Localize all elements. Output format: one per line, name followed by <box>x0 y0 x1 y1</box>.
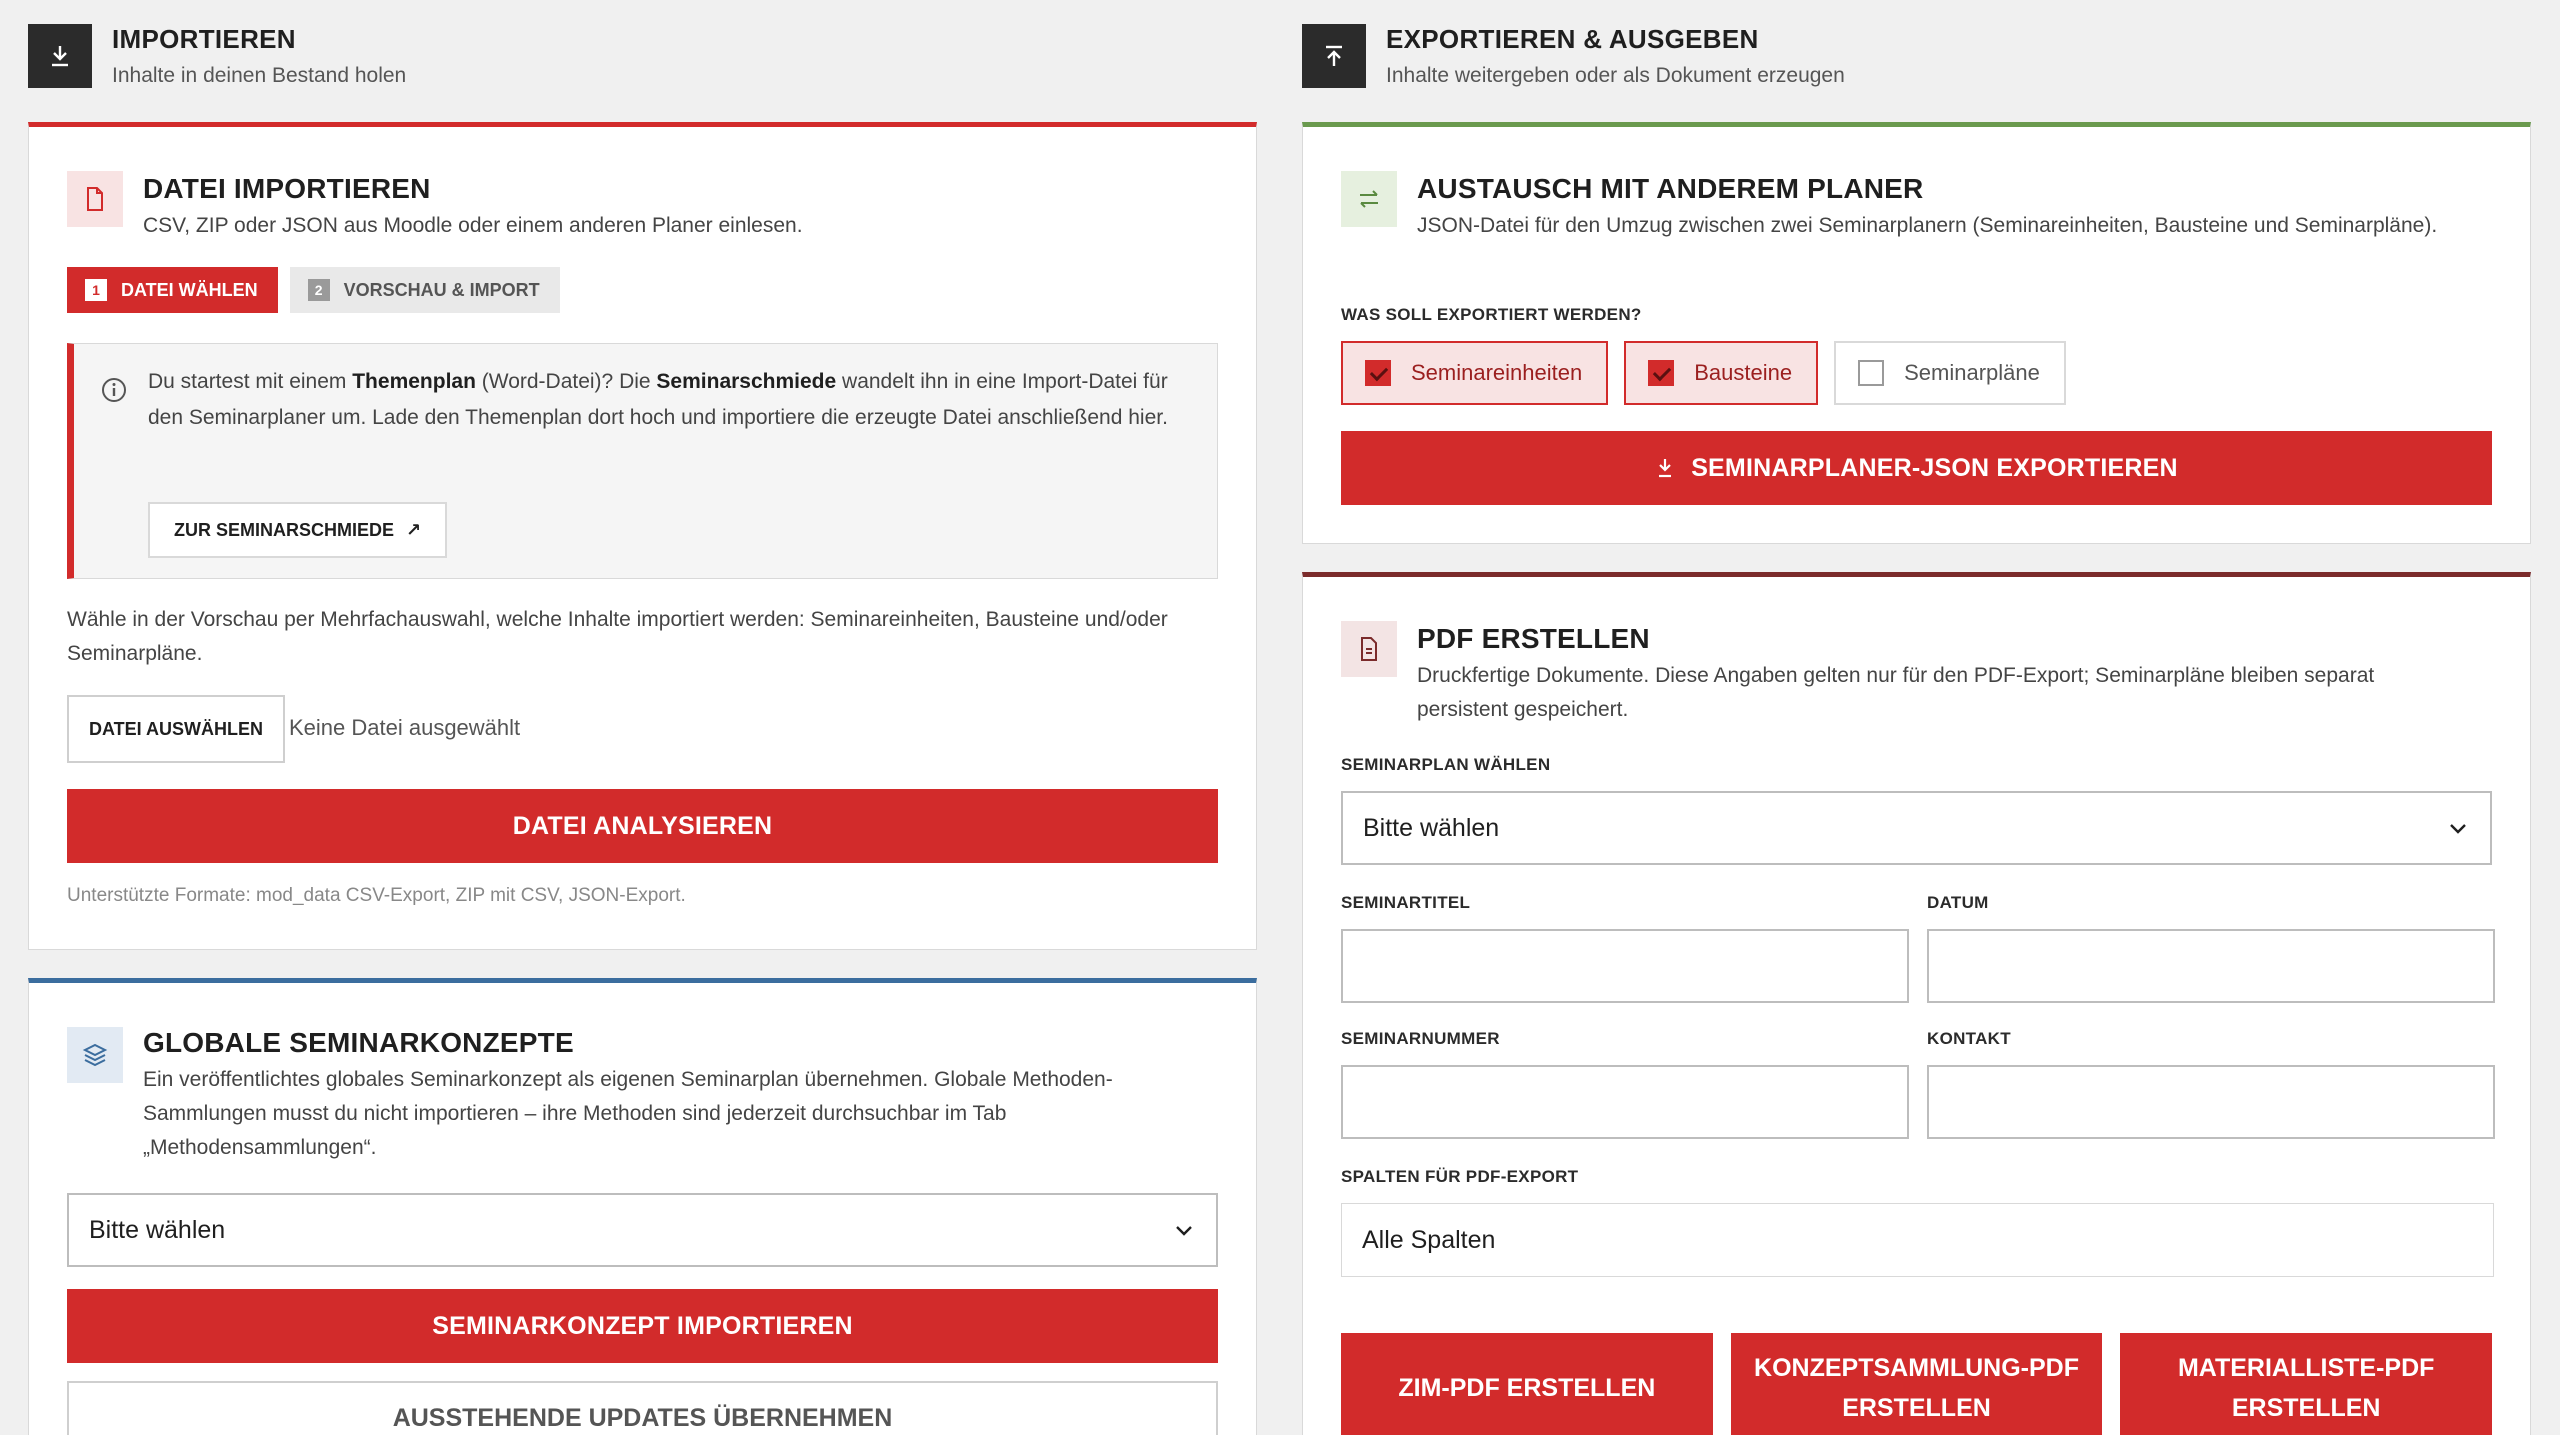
global-concept-select[interactable]: Bitte wählen <box>67 1193 1218 1267</box>
download-icon <box>1659 459 1672 478</box>
contact-input[interactable] <box>1927 1065 2495 1139</box>
concept-collection-pdf-button[interactable]: KONZEPTSAMMLUNG-PDF ERSTELLEN <box>1730 1333 2103 1435</box>
material-list-pdf-button[interactable]: MATERIALLISTE-PDF ERSTELLEN <box>2120 1333 2493 1435</box>
file-import-desc: CSV, ZIP oder JSON aus Moodle oder einem… <box>143 214 803 237</box>
export-title: EXPORTIEREN & AUSGEBEN <box>1386 24 1759 54</box>
info-icon <box>100 376 128 409</box>
zim-pdf-button[interactable]: ZIM-PDF ERSTELLEN <box>1341 1333 1713 1435</box>
import-steps: 1 DATEI WÄHLEN 2 VORSCHAU & IMPORT <box>67 267 560 313</box>
import-header: IMPORTIEREN Inhalte in deinen Bestand ho… <box>28 0 1257 120</box>
supported-formats-note: Unterstützte Formate: mod_data CSV-Expor… <box>67 885 686 906</box>
layers-icon <box>67 1027 123 1083</box>
option-bausteine[interactable]: Bausteine <box>1624 341 1819 405</box>
seminar-title-label: SEMINARTITEL <box>1341 893 1471 912</box>
global-concepts-desc: Ein veröffentlichtes globales Seminarkon… <box>143 1068 1113 1159</box>
exchange-card: AUSTAUSCH MIT ANDEREM PLANER JSON-Datei … <box>1302 122 2531 544</box>
export-options: Seminareinheiten Bausteine Seminarpläne <box>1341 341 2066 405</box>
pdf-buttons: ZIM-PDF ERSTELLEN KONZEPTSAMMLUNG-PDF ER… <box>1341 1333 2493 1435</box>
step-choose-file[interactable]: 1 DATEI WÄHLEN <box>67 267 278 313</box>
pdf-desc: Druckfertige Dokumente. Diese Angaben ge… <box>1417 664 2375 721</box>
seminar-number-input[interactable] <box>1341 1065 1909 1139</box>
export-question-label: WAS SOLL EXPORTIERT WERDEN? <box>1341 305 1642 324</box>
seminar-plan-select[interactable]: Bitte wählen <box>1341 791 2492 865</box>
document-icon <box>1341 621 1397 677</box>
file-import-card: DATEI IMPORTIEREN CSV, ZIP oder JSON aus… <box>28 122 1257 950</box>
external-link-icon: ↗ <box>406 519 422 540</box>
global-concepts-title: GLOBALE SEMINARKONZEPTE <box>143 1027 574 1058</box>
step-label: VORSCHAU & IMPORT <box>343 279 540 300</box>
columns-select[interactable]: Alle Spalten <box>1341 1203 2494 1277</box>
no-file-text: Keine Datei ausgewählt <box>289 715 521 740</box>
export-header: EXPORTIEREN & AUSGEBEN Inhalte weitergeb… <box>1302 0 2531 120</box>
import-subtitle: Inhalte in deinen Bestand holen <box>112 64 407 87</box>
option-seminarplaene[interactable]: Seminarpläne <box>1834 341 2066 405</box>
columns-label: SPALTEN FÜR PDF-EXPORT <box>1341 1167 1579 1186</box>
seminarschmiede-info: Du startest mit einem Themenplan (Word-D… <box>67 343 1218 579</box>
import-column: IMPORTIEREN Inhalte in deinen Bestand ho… <box>28 0 1257 1435</box>
export-subtitle: Inhalte weitergeben oder als Dokument er… <box>1386 64 1845 87</box>
file-icon <box>67 171 123 227</box>
import-title: IMPORTIEREN <box>112 24 296 54</box>
download-icon <box>28 24 92 88</box>
upload-icon <box>1302 24 1366 88</box>
seminar-title-input[interactable] <box>1341 929 1909 1003</box>
exchange-desc: JSON-Datei für den Umzug zwischen zwei S… <box>1417 214 2438 237</box>
option-seminareinheiten[interactable]: Seminareinheiten <box>1341 341 1609 405</box>
multi-select-hint: Wähle in der Vorschau per Mehrfachauswah… <box>67 608 1168 665</box>
seminarschmiede-link-button[interactable]: ZUR SEMINARSCHMIEDE ↗ <box>148 502 448 558</box>
step-number: 2 <box>307 279 330 301</box>
info-text: Du startest mit einem Themenplan (Word-D… <box>148 370 1168 429</box>
step-label: DATEI WÄHLEN <box>121 279 258 300</box>
chevron-down-icon <box>2450 824 2466 834</box>
checkbox-unchecked[interactable] <box>1858 360 1885 386</box>
date-input[interactable] <box>1927 929 2495 1003</box>
file-import-title: DATEI IMPORTIEREN <box>143 173 431 204</box>
swap-icon <box>1341 171 1397 227</box>
step-preview-import[interactable]: 2 VORSCHAU & IMPORT <box>289 267 560 313</box>
export-column: EXPORTIEREN & AUSGEBEN Inhalte weitergeb… <box>1302 0 2531 1435</box>
pdf-title: PDF ERSTELLEN <box>1417 623 1650 654</box>
chevron-down-icon <box>1176 1226 1192 1236</box>
checkbox-checked[interactable] <box>1365 360 1391 386</box>
export-json-button[interactable]: SEMINARPLANER-JSON EXPORTIEREN <box>1341 431 2492 505</box>
apply-updates-button[interactable]: AUSSTEHENDE UPDATES ÜBERNEHMEN <box>67 1381 1218 1435</box>
choose-file-button[interactable]: DATEI AUSWÄHLEN <box>67 695 285 763</box>
global-concepts-card: GLOBALE SEMINARKONZEPTE Ein veröffentlic… <box>28 978 1257 1435</box>
exchange-title: AUSTAUSCH MIT ANDEREM PLANER <box>1417 173 1924 204</box>
analyze-file-button[interactable]: DATEI ANALYSIEREN <box>67 789 1218 863</box>
plan-select-label: SEMINARPLAN WÄHLEN <box>1341 755 1551 774</box>
step-number: 1 <box>85 279 107 301</box>
import-concept-button[interactable]: SEMINARKONZEPT IMPORTIEREN <box>67 1289 1218 1363</box>
contact-label: KONTAKT <box>1927 1029 2011 1048</box>
checkbox-checked[interactable] <box>1648 360 1675 386</box>
seminar-number-label: SEMINARNUMMER <box>1341 1029 1500 1048</box>
pdf-card: PDF ERSTELLEN Druckfertige Dokumente. Di… <box>1302 572 2531 1435</box>
date-label: DATUM <box>1927 893 1989 912</box>
